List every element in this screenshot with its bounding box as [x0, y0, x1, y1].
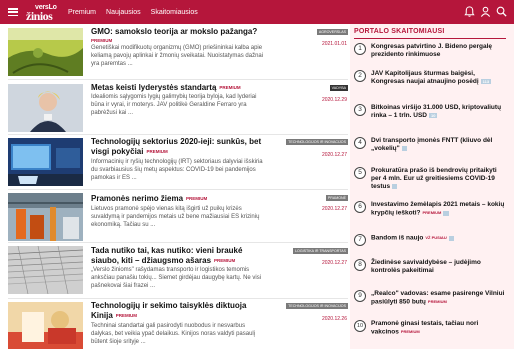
article-item[interactable]: GMO: samokslo teorija ar mokslo pažanga?…: [8, 24, 348, 80]
article-date: 2020.12.27: [321, 260, 347, 266]
article-item[interactable]: Technologijų sektorius 2020-ieji: sunkūs…: [8, 135, 348, 190]
category-badge[interactable]: AGROVERSLAS: [316, 29, 348, 35]
rank-number: 5: [354, 167, 366, 179]
rank-number: 7: [354, 234, 366, 246]
rank-number: 4: [354, 137, 366, 149]
article-date: 2020.12.27: [321, 152, 347, 158]
user-icon[interactable]: [479, 5, 492, 18]
main-nav: Premium Naujausios Skaitomiausios: [68, 9, 208, 16]
popular-title[interactable]: Bandom iš naujo VŽ PUSIAU: [371, 234, 505, 243]
category-badge[interactable]: PRAMONĖ: [325, 195, 348, 201]
article-desc: Informacinių ir ryšių technologijų (IRT)…: [91, 159, 263, 181]
popular-title[interactable]: Pramonė ginasi testais, tačiau nori vakc…: [371, 320, 505, 337]
premium-badge: VŽ PUSIAU: [425, 235, 447, 240]
rank-number: 10: [354, 320, 366, 332]
popular-title[interactable]: Prokuratūra prašo iš bendrovių pritaikyt…: [371, 167, 505, 191]
article-desc: Lietuvos pramonė spėjo vienas kitą išgir…: [91, 206, 260, 228]
comment-count[interactable]: 10: [429, 112, 438, 118]
category-badge[interactable]: LOGISTIKA IR TRANSPORTAS: [293, 248, 348, 254]
most-read-sidebar: PORTALO SKAITOMIAUSI 1 Kongresas patvirt…: [350, 24, 514, 349]
nav-skaitomiausios[interactable]: Skaitomiausios: [151, 9, 198, 16]
rank-number: 6: [354, 201, 366, 213]
site-logo[interactable]: versLo žinios: [26, 2, 62, 23]
article-item[interactable]: Tada nutiko tai, kas nutiko: vieni brauk…: [8, 243, 348, 299]
article-image[interactable]: [8, 28, 83, 76]
comment-icon[interactable]: [448, 235, 454, 241]
article-item[interactable]: Technologijų ir sekimo taisyklės diktuoj…: [8, 299, 348, 349]
article-desc: Techninai standartai gali pasirodyti nuo…: [91, 323, 256, 345]
rank-number: 1: [354, 43, 366, 55]
premium-badge: PREMIUM: [400, 329, 420, 334]
article-list: GMO: samokslo teorija ar mokslo pažanga?…: [8, 24, 348, 349]
comment-icon[interactable]: [392, 183, 398, 189]
popular-title[interactable]: Investavimo žemėlapis 2021 metais – koki…: [371, 201, 505, 218]
premium-badge: PREMIUM: [115, 313, 138, 318]
bell-icon[interactable]: [463, 5, 476, 18]
article-image[interactable]: [8, 84, 83, 132]
category-badge[interactable]: TECHNOLOGIJOS IR INOVACIJOS: [286, 303, 348, 309]
popular-title[interactable]: Kongresas patvirtino J. Bideno pergalę p…: [371, 43, 505, 59]
popular-title[interactable]: „Realco" vadovas: esame pasirenge Vilniu…: [371, 290, 505, 307]
article-title[interactable]: GMO: samokslo teorija ar mokslo pažanga?…: [91, 27, 266, 44]
article-desc: „Verslo žinioms" rašydamas transporto ir…: [91, 267, 262, 289]
article-title[interactable]: Tada nutiko tai, kas nutiko: vieni brauk…: [91, 246, 266, 266]
popular-title[interactable]: Bitkoinas viršijo 31.000 USD, kriptovali…: [371, 104, 505, 120]
article-image[interactable]: [8, 246, 83, 294]
article-item[interactable]: Metas keisti lyderystės standartą PREMIUM…: [8, 80, 348, 135]
comment-count[interactable]: 113: [480, 78, 492, 84]
article-item[interactable]: Pramonės nerimo žiema PREMIUM Lietuvos pr…: [8, 190, 348, 243]
premium-badge: PREMIUM: [422, 210, 442, 215]
top-bar: versLo žinios Premium Naujausios Skaitom…: [0, 0, 514, 24]
rank-number: 9: [354, 290, 366, 302]
category-badge[interactable]: TECHNOLOGIJOS IR INOVACIJOS: [286, 139, 348, 145]
nav-naujausios[interactable]: Naujausios: [106, 9, 141, 16]
premium-badge: PREMIUM: [427, 299, 447, 304]
popular-title[interactable]: JAV Kapitolijaus šturmas baigėsi, Kongre…: [371, 70, 505, 86]
popular-title[interactable]: Žiedinėse savivaldybėse – judėjimo kontr…: [371, 259, 505, 275]
sidebar-divider: [354, 38, 506, 39]
rank-number: 8: [354, 259, 366, 271]
article-image[interactable]: [8, 302, 83, 349]
premium-badge: PREMIUM: [214, 258, 236, 263]
search-icon[interactable]: [495, 5, 508, 18]
article-title[interactable]: Metas keisti lyderystės standartą PREMIUM: [91, 83, 266, 93]
popular-title[interactable]: Dvi transporto įmonės FNTT (kliuvo dėl „…: [371, 137, 505, 153]
premium-badge: PREMIUM: [219, 85, 241, 90]
article-date: 2020.12.27: [321, 206, 347, 212]
rank-number: 2: [354, 70, 366, 82]
comment-icon[interactable]: [443, 210, 449, 216]
menu-icon[interactable]: [8, 8, 18, 16]
article-desc: Genetiškai modifikuotų organizmų (GMO) p…: [91, 45, 264, 67]
nav-premium[interactable]: Premium: [68, 9, 96, 16]
article-title[interactable]: Technologijų ir sekimo taisyklės diktuoj…: [91, 301, 266, 321]
category-badge[interactable]: VADYBA: [329, 85, 348, 91]
logo-main-text: žinios: [26, 9, 53, 23]
sidebar-heading: PORTALO SKAITOMIAUSI: [354, 28, 445, 35]
article-image[interactable]: [8, 138, 83, 186]
article-image[interactable]: [8, 193, 83, 241]
article-desc: Idealiomis sąlygomis lygių galimybių teo…: [91, 94, 257, 116]
article-date: 2020.12.26: [321, 316, 347, 322]
premium-badge: PREMIUM: [186, 196, 208, 201]
rank-number: 3: [354, 104, 366, 116]
article-title[interactable]: Technologijų sektorius 2020-ieji: sunkūs…: [91, 137, 266, 157]
article-date: 2020.12.29: [321, 97, 347, 103]
article-date: 2021.01.01: [321, 41, 347, 47]
article-title[interactable]: Pramonės nerimo žiema PREMIUM: [91, 194, 266, 204]
premium-badge: PREMIUM: [146, 149, 168, 154]
comment-icon[interactable]: [401, 145, 407, 151]
